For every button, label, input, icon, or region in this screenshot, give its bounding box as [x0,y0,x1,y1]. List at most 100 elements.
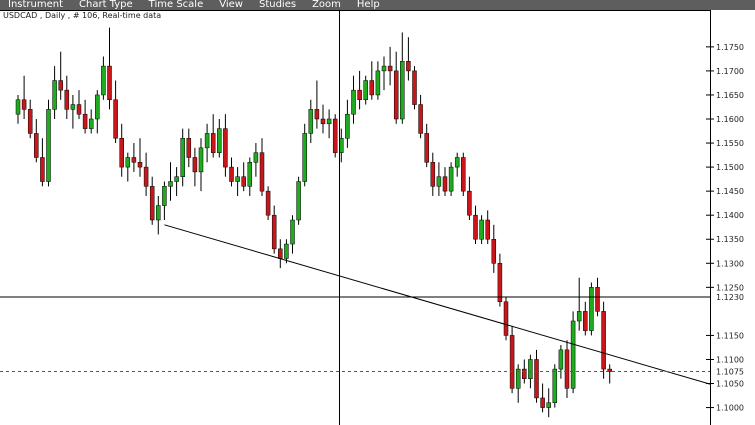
candle-body [40,157,45,182]
candle-body [479,219,484,240]
candle-body [247,162,253,187]
candle-body [290,219,295,245]
candle-body [278,248,283,259]
candle-body [88,118,94,129]
candle-body [101,65,106,96]
candle-body [442,176,448,192]
candle-body [119,137,124,168]
candle-body [485,219,490,240]
candle-body [204,133,210,149]
candle-body [345,113,350,139]
candle-body [522,368,527,379]
candle-body [296,181,301,221]
menu-zoom[interactable]: Zoom [304,0,349,10]
menu-help[interactable]: Help [349,0,388,10]
y-tick-label: 1.1700 [716,67,744,76]
candle-body [570,320,576,389]
candle-body [302,133,307,182]
menu-bar: Instrument Chart Type Time Scale View St… [0,0,755,10]
y-tick-label: 1.1600 [716,115,744,124]
candle-body [546,402,551,408]
candle-body [125,157,131,168]
candle-body [473,214,478,240]
candle-body [241,176,246,187]
candle-body [393,70,399,120]
candle-body [363,80,368,101]
candle-body [564,349,570,389]
candle-body [326,118,332,125]
candle-body [467,190,472,216]
candle-body [320,118,326,125]
candle-body [70,104,76,110]
candle-body [253,152,259,163]
candle-body [503,301,509,336]
candle-body [34,133,39,158]
candle-body [143,166,149,187]
candle-body [552,368,558,404]
candle-body [64,89,70,110]
candle-body [387,65,393,72]
candle-body [210,133,216,153]
candle-body [558,349,564,370]
candle-body [271,214,277,250]
candle-body [52,80,57,110]
candle-body [509,335,515,389]
candle-body [265,190,271,216]
candle-body [107,65,112,101]
crosshair-price-label: 1.1230 [716,293,744,302]
candle-body [174,176,179,182]
menu-time-scale[interactable]: Time Scale [141,0,212,10]
y-tick-label: 1.1400 [716,211,744,220]
y-tick-label: 1.1000 [716,404,744,413]
candle-body [192,157,198,173]
candle-body [149,186,155,221]
y-tick-label: 1.1500 [716,163,744,172]
candle-body [168,181,173,187]
candle-body [357,89,362,101]
y-tick-label: 1.1750 [716,43,744,52]
candle-body [46,109,51,182]
menu-studies[interactable]: Studies [251,0,304,10]
candle-body [235,176,240,182]
candle-body [534,359,539,399]
candle-body [448,166,454,192]
candle-body [595,287,600,312]
candle-body [137,162,143,168]
menu-chart-type[interactable]: Chart Type [71,0,141,10]
candle-body [21,99,27,110]
candle-body [27,109,33,134]
candle-body [95,94,100,120]
y-tick-label: 1.1300 [716,259,744,268]
candle-body [58,80,63,91]
menu-instrument[interactable]: Instrument [0,0,71,10]
candle-body [430,162,436,187]
candle-body [162,186,167,206]
candle-body [589,287,594,331]
candle-body [601,311,606,370]
candle-body [229,166,234,182]
y-tick-label: 1.1250 [716,283,744,292]
candle-body [82,113,88,129]
y-tick-label: 1.1050 [716,380,744,389]
y-tick-label: 1.1100 [716,355,744,364]
y-tick-label: 1.1650 [716,91,744,100]
candle-body [381,65,387,72]
candle-body [406,61,411,72]
y-tick-label: 1.1550 [716,139,744,148]
candle-body [528,359,533,379]
candle-body [454,157,460,168]
chart-header: USDCAD , Daily , # 106, Real-time data [3,11,161,20]
candle-body [418,104,423,134]
candle-body [583,311,588,331]
y-tick-label: 1.1450 [716,187,744,196]
candle-body [284,243,289,259]
candle-body [76,104,82,115]
candle-body [15,99,21,115]
candle-body [461,157,466,192]
candle-body [131,157,137,163]
candle-body [497,263,503,303]
candle-body [223,128,228,168]
menu-view[interactable]: View [211,0,251,10]
price-chart[interactable]: USDCAD , Daily , # 106, Real-time data 1… [0,10,755,425]
candle-body [375,70,381,96]
